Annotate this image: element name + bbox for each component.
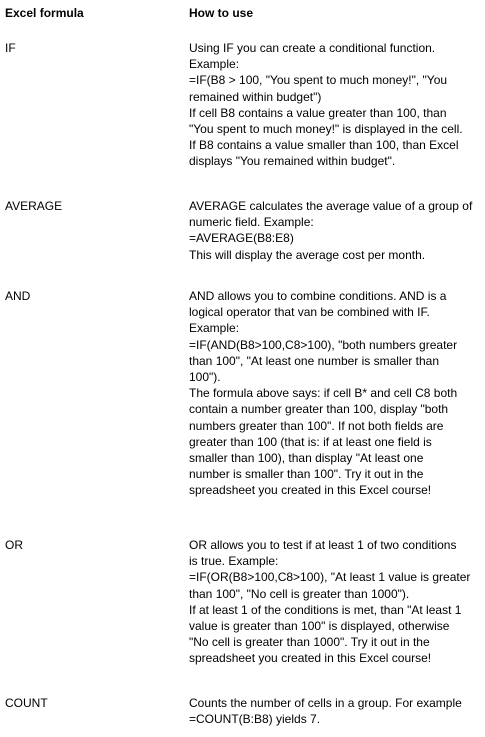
description-line: "No cell is greater than 1000". Try it o… (189, 635, 430, 650)
formula-description: Using IF you can create a conditional fu… (189, 40, 481, 170)
description-line: number is smaller than 100". Try it out … (189, 467, 424, 482)
column-header-how-to-use: How to use (189, 6, 254, 20)
formula-name: AVERAGE (5, 199, 63, 213)
description-line: =IF(AND(B8>100,C8>100), "both numbers gr… (189, 337, 458, 352)
formula-description: AND allows you to combine conditions. AN… (189, 288, 481, 499)
description-line: Using IF you can create a conditional fu… (189, 41, 436, 55)
description-line: numeric field. Example: (189, 215, 314, 230)
formula-name: IF (5, 41, 16, 55)
description-line: Example: (189, 321, 240, 336)
formula-name: AND (5, 289, 31, 303)
description-line: =IF(OR(B8>100,C8>100), "At least 1 value… (189, 570, 471, 585)
description-line: =AVERAGE(B8:E8) (189, 231, 294, 246)
description-line: OR allows you to test if at least 1 of t… (189, 538, 457, 552)
description-line: This will display the average cost per m… (189, 247, 426, 262)
description-line: The formula above says: if cell B* and c… (189, 386, 458, 401)
description-line: smaller than 100), than display "At leas… (189, 451, 424, 466)
description-line: contain a number greater than 100, displ… (189, 402, 449, 417)
formula-name: OR (5, 538, 23, 552)
description-line: value is greater than 100" is displayed,… (189, 619, 450, 634)
description-line: logical operator that van be combined wi… (189, 305, 430, 320)
formula-description: Counts the number of cells in a group. F… (189, 695, 481, 727)
description-line: greater than 100 (that is: if at least o… (189, 434, 432, 449)
description-line: remained within budget") (189, 89, 322, 104)
formula-name: COUNT (5, 696, 48, 710)
description-line: spreadsheet you created in this Excel co… (189, 651, 432, 666)
description-line: "You spent to much money!" is displayed … (189, 122, 463, 137)
description-line: If at least 1 of the conditions is met, … (189, 602, 462, 617)
description-line: AND allows you to combine conditions. AN… (189, 289, 447, 303)
description-line: AVERAGE calculates the average value of … (189, 199, 473, 213)
description-line: Counts the number of cells in a group. F… (189, 696, 462, 710)
description-line: displays "You remained within budget". (189, 154, 396, 169)
formula-description: OR allows you to test if at least 1 of t… (189, 537, 481, 667)
description-line: than 100", "At least one number is small… (189, 353, 439, 368)
description-line: Example: (189, 57, 240, 72)
description-line: If B8 contains a value smaller than 100,… (189, 138, 459, 153)
description-line: numbers greater than 100". If not both f… (189, 418, 444, 433)
description-line: spreadsheet you created in this Excel co… (189, 483, 432, 498)
excel-formula-table: { "header": { "formula_label": "Excel fo… (0, 0, 485, 737)
description-line: =IF(B8 > 100, "You spent to much money!"… (189, 73, 448, 88)
description-line: =COUNT(B:B8) yields 7. (189, 712, 321, 727)
formula-description: AVERAGE calculates the average value of … (189, 198, 481, 263)
column-header-excel-formula: Excel formula (5, 6, 84, 20)
description-line: than 100", "No cell is greater than 1000… (189, 586, 410, 601)
description-line: 100"). (189, 370, 221, 385)
description-line: is true. Example: (189, 554, 279, 569)
description-line: If cell B8 contains a value greater than… (189, 105, 447, 120)
